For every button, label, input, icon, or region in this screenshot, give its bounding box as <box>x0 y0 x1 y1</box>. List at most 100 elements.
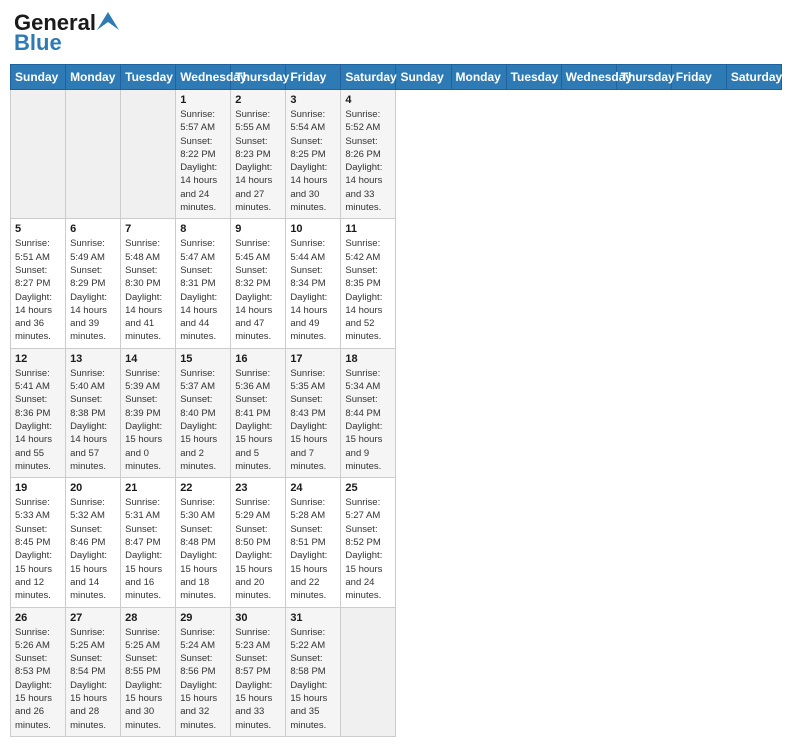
calendar-cell: 24Sunrise: 5:28 AM Sunset: 8:51 PM Dayli… <box>286 478 341 607</box>
col-header-monday: Monday <box>451 65 506 90</box>
cell-info: Sunrise: 5:49 AM Sunset: 8:29 PM Dayligh… <box>70 237 116 343</box>
day-number: 28 <box>125 612 171 624</box>
page-header: General Blue <box>10 10 782 56</box>
day-header-saturday: Saturday <box>341 65 396 90</box>
day-number: 21 <box>125 482 171 494</box>
calendar-cell: 9 Sunrise: 5:45 AM Sunset: 8:32 PM Daylig… <box>231 219 286 348</box>
day-number: 10 <box>290 223 336 235</box>
calendar-week-row: 1 Sunrise: 5:57 AM Sunset: 8:22 PM Daylig… <box>11 90 782 219</box>
day-number: 6 <box>70 223 116 235</box>
day-number: 5 <box>15 223 61 235</box>
day-number: 7 <box>125 223 171 235</box>
day-header-thursday: Thursday <box>231 65 286 90</box>
calendar-week-row: 12 Sunrise: 5:41 AM Sunset: 8:36 PM Dayli… <box>11 348 782 477</box>
calendar-cell: 28 Sunrise: 5:25 AM Sunset: 8:55 PM Dayli… <box>121 607 176 736</box>
cell-info: Sunrise: 5:34 AM Sunset: 8:44 PM Dayligh… <box>345 367 391 473</box>
calendar-cell: 12 Sunrise: 5:41 AM Sunset: 8:36 PM Dayli… <box>11 348 66 477</box>
day-number: 1 <box>180 94 226 106</box>
day-number: 20 <box>70 482 116 494</box>
calendar-cell <box>66 90 121 219</box>
cell-info: Sunrise: 5:42 AM Sunset: 8:35 PM Dayligh… <box>345 237 391 343</box>
calendar-table: SundayMondayTuesdayWednesdayThursdayFrid… <box>10 64 782 737</box>
calendar-cell: 1 Sunrise: 5:57 AM Sunset: 8:22 PM Daylig… <box>176 90 231 219</box>
calendar-cell: 20 Sunrise: 5:32 AM Sunset: 8:46 PM Dayli… <box>66 478 121 607</box>
col-header-thursday: Thursday <box>616 65 671 90</box>
day-number: 3 <box>290 94 336 106</box>
calendar-cell: 19 Sunrise: 5:33 AM Sunset: 8:45 PM Dayli… <box>11 478 66 607</box>
day-number: 4 <box>345 94 391 106</box>
calendar-cell: 13Sunrise: 5:40 AM Sunset: 8:38 PM Dayli… <box>66 348 121 477</box>
calendar-cell: 2Sunrise: 5:55 AM Sunset: 8:23 PM Daylig… <box>231 90 286 219</box>
day-number: 17 <box>290 353 336 365</box>
day-number: 11 <box>345 223 391 235</box>
calendar-cell: 8Sunrise: 5:47 AM Sunset: 8:31 PM Daylig… <box>176 219 231 348</box>
day-header-tuesday: Tuesday <box>121 65 176 90</box>
cell-info: Sunrise: 5:41 AM Sunset: 8:36 PM Dayligh… <box>15 367 61 473</box>
calendar-cell: 4 Sunrise: 5:52 AM Sunset: 8:26 PM Daylig… <box>341 90 396 219</box>
calendar-cell: 25 Sunrise: 5:27 AM Sunset: 8:52 PM Dayli… <box>341 478 396 607</box>
col-header-friday: Friday <box>671 65 726 90</box>
cell-info: Sunrise: 5:45 AM Sunset: 8:32 PM Dayligh… <box>235 237 281 343</box>
day-number: 19 <box>15 482 61 494</box>
cell-info: Sunrise: 5:54 AM Sunset: 8:25 PM Dayligh… <box>290 108 336 214</box>
day-header-monday: Monday <box>66 65 121 90</box>
calendar-cell: 29 Sunrise: 5:24 AM Sunset: 8:56 PM Dayli… <box>176 607 231 736</box>
col-header-wednesday: Wednesday <box>561 65 616 90</box>
cell-info: Sunrise: 5:32 AM Sunset: 8:46 PM Dayligh… <box>70 496 116 602</box>
calendar-cell: 5 Sunrise: 5:51 AM Sunset: 8:27 PM Daylig… <box>11 219 66 348</box>
logo: General Blue <box>14 10 119 56</box>
calendar-cell: 17 Sunrise: 5:35 AM Sunset: 8:43 PM Dayli… <box>286 348 341 477</box>
day-number: 14 <box>125 353 171 365</box>
day-number: 12 <box>15 353 61 365</box>
day-header-wednesday: Wednesday <box>176 65 231 90</box>
cell-info: Sunrise: 5:52 AM Sunset: 8:26 PM Dayligh… <box>345 108 391 214</box>
calendar-cell <box>121 90 176 219</box>
day-number: 13 <box>70 353 116 365</box>
cell-info: Sunrise: 5:37 AM Sunset: 8:40 PM Dayligh… <box>180 367 226 473</box>
calendar-cell <box>11 90 66 219</box>
day-number: 8 <box>180 223 226 235</box>
day-number: 23 <box>235 482 281 494</box>
day-number: 15 <box>180 353 226 365</box>
cell-info: Sunrise: 5:25 AM Sunset: 8:54 PM Dayligh… <box>70 626 116 732</box>
calendar-cell: 21 Sunrise: 5:31 AM Sunset: 8:47 PM Dayli… <box>121 478 176 607</box>
calendar-week-row: 19 Sunrise: 5:33 AM Sunset: 8:45 PM Dayli… <box>11 478 782 607</box>
day-number: 24 <box>290 482 336 494</box>
calendar-cell: 31 Sunrise: 5:22 AM Sunset: 8:58 PM Dayli… <box>286 607 341 736</box>
day-number: 9 <box>235 223 281 235</box>
day-header-friday: Friday <box>286 65 341 90</box>
logo-bird-icon <box>97 12 119 30</box>
day-number: 26 <box>15 612 61 624</box>
day-header-sunday: Sunday <box>11 65 66 90</box>
day-number: 31 <box>290 612 336 624</box>
cell-info: Sunrise: 5:23 AM Sunset: 8:57 PM Dayligh… <box>235 626 281 732</box>
calendar-cell: 30 Sunrise: 5:23 AM Sunset: 8:57 PM Dayli… <box>231 607 286 736</box>
calendar-cell: 7Sunrise: 5:48 AM Sunset: 8:30 PM Daylig… <box>121 219 176 348</box>
calendar-cell: 11 Sunrise: 5:42 AM Sunset: 8:35 PM Dayli… <box>341 219 396 348</box>
cell-info: Sunrise: 5:25 AM Sunset: 8:55 PM Dayligh… <box>125 626 171 732</box>
day-number: 29 <box>180 612 226 624</box>
day-number: 22 <box>180 482 226 494</box>
day-number: 25 <box>345 482 391 494</box>
cell-info: Sunrise: 5:27 AM Sunset: 8:52 PM Dayligh… <box>345 496 391 602</box>
calendar-cell: 23 Sunrise: 5:29 AM Sunset: 8:50 PM Dayli… <box>231 478 286 607</box>
cell-info: Sunrise: 5:30 AM Sunset: 8:48 PM Dayligh… <box>180 496 226 602</box>
cell-info: Sunrise: 5:31 AM Sunset: 8:47 PM Dayligh… <box>125 496 171 602</box>
calendar-cell: 10Sunrise: 5:44 AM Sunset: 8:34 PM Dayli… <box>286 219 341 348</box>
cell-info: Sunrise: 5:33 AM Sunset: 8:45 PM Dayligh… <box>15 496 61 602</box>
cell-info: Sunrise: 5:35 AM Sunset: 8:43 PM Dayligh… <box>290 367 336 473</box>
calendar-cell: 26Sunrise: 5:26 AM Sunset: 8:53 PM Dayli… <box>11 607 66 736</box>
cell-info: Sunrise: 5:51 AM Sunset: 8:27 PM Dayligh… <box>15 237 61 343</box>
day-number: 30 <box>235 612 281 624</box>
col-header-tuesday: Tuesday <box>506 65 561 90</box>
cell-info: Sunrise: 5:29 AM Sunset: 8:50 PM Dayligh… <box>235 496 281 602</box>
calendar-header-row: SundayMondayTuesdayWednesdayThursdayFrid… <box>11 65 782 90</box>
cell-info: Sunrise: 5:22 AM Sunset: 8:58 PM Dayligh… <box>290 626 336 732</box>
cell-info: Sunrise: 5:55 AM Sunset: 8:23 PM Dayligh… <box>235 108 281 214</box>
cell-info: Sunrise: 5:57 AM Sunset: 8:22 PM Dayligh… <box>180 108 226 214</box>
calendar-cell: 16Sunrise: 5:36 AM Sunset: 8:41 PM Dayli… <box>231 348 286 477</box>
cell-info: Sunrise: 5:24 AM Sunset: 8:56 PM Dayligh… <box>180 626 226 732</box>
calendar-week-row: 5 Sunrise: 5:51 AM Sunset: 8:27 PM Daylig… <box>11 219 782 348</box>
calendar-cell: 27Sunrise: 5:25 AM Sunset: 8:54 PM Dayli… <box>66 607 121 736</box>
calendar-cell: 6 Sunrise: 5:49 AM Sunset: 8:29 PM Daylig… <box>66 219 121 348</box>
